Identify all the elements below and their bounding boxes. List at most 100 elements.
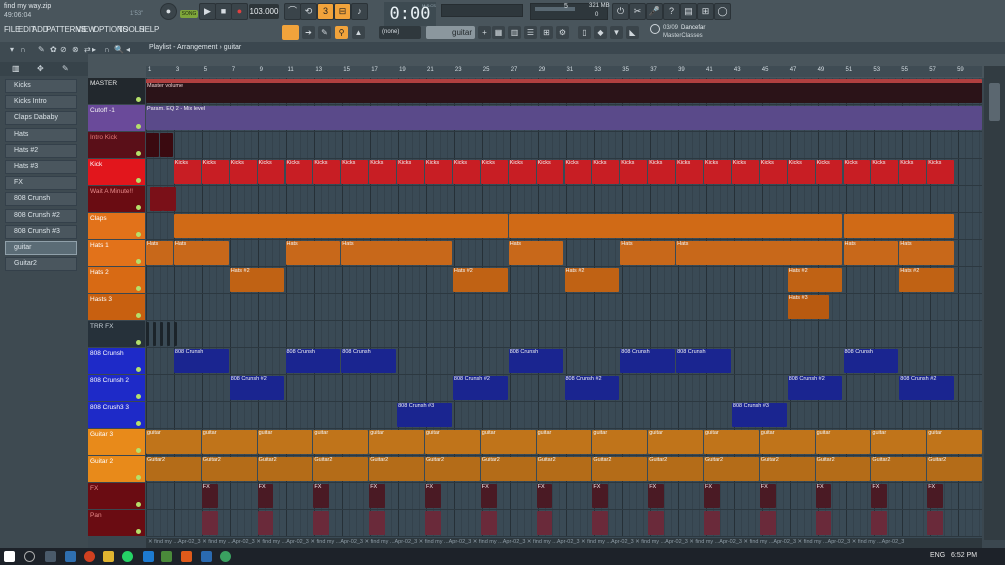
kick-clip[interactable]: Kicks <box>815 160 843 184</box>
kick-clip[interactable]: Kicks <box>676 160 703 184</box>
kick-clip[interactable]: Kicks <box>564 160 592 184</box>
track-mute-led[interactable] <box>136 313 141 318</box>
pan-clip[interactable] <box>592 511 609 535</box>
pan-clip[interactable] <box>815 511 832 535</box>
playlist-menu-icon[interactable]: ▸ <box>92 45 96 54</box>
plugins-tab-icon[interactable]: ✥ <box>37 64 44 73</box>
guitar-clip[interactable]: guitar <box>704 430 759 454</box>
mixer-icon[interactable]: ⊞ <box>540 26 553 39</box>
fx-sample-clip[interactable]: FX <box>536 484 553 508</box>
chrome-icon[interactable] <box>84 551 95 562</box>
channel-rack-icon[interactable]: ☰ <box>524 26 537 39</box>
stamp-icon[interactable]: ▲ <box>352 26 365 39</box>
browser-item[interactable]: Hats <box>5 127 77 142</box>
kick-clip[interactable]: Kicks <box>759 160 787 184</box>
browser-item[interactable]: Hats #3 <box>5 160 77 174</box>
track-mute-led[interactable] <box>136 340 141 345</box>
track-mute-led[interactable] <box>136 151 141 156</box>
render-icon[interactable]: ◣ <box>626 26 639 39</box>
online-icon[interactable]: ⏻ <box>612 3 629 20</box>
master-pitch-knob-icon[interactable]: ● <box>160 3 177 20</box>
fx-sample-clip[interactable]: FX <box>369 484 385 508</box>
guitar2-clip[interactable]: Guitar2 <box>592 457 648 481</box>
track-mute-led[interactable] <box>136 502 141 507</box>
pan-clip[interactable] <box>201 511 218 535</box>
pan-clip[interactable] <box>369 511 385 535</box>
track-header[interactable]: MASTER <box>88 78 145 104</box>
track-row[interactable] <box>146 132 982 159</box>
hats3-clip[interactable]: Hats #3 <box>787 295 829 319</box>
kick-clip[interactable]: Kicks <box>871 160 899 184</box>
pan-clip[interactable] <box>257 511 274 535</box>
hats2-clip[interactable]: Hats #2 <box>564 268 620 292</box>
kick-clip[interactable]: Kicks <box>899 160 927 184</box>
kick-clip[interactable]: Kicks <box>201 160 229 184</box>
kick-clip[interactable]: Kicks <box>452 160 480 184</box>
kick-clip[interactable]: Kicks <box>620 160 648 184</box>
kick-clip[interactable]: Kicks <box>731 160 759 184</box>
horizontal-scrollbar[interactable]: ✕ find my ...Apr-02_3 ✕ find my ...Apr-0… <box>146 538 982 548</box>
kick-clip[interactable]: Kicks <box>536 160 564 184</box>
stop-button[interactable]: ■ <box>215 3 232 20</box>
fx-clip[interactable] <box>152 322 157 346</box>
guitar2-clip[interactable]: Guitar2 <box>927 457 982 481</box>
hats-clip[interactable]: Hats <box>899 241 955 265</box>
track-mute-led[interactable] <box>136 205 141 210</box>
guitar-clip[interactable]: guitar <box>201 430 257 454</box>
808-clip[interactable]: 808 Crunsh <box>285 349 341 373</box>
pan-clip[interactable] <box>425 511 441 535</box>
guitar-clip[interactable]: guitar <box>313 430 369 454</box>
guitar-clip[interactable]: guitar <box>369 430 424 454</box>
vertical-scrollbar[interactable] <box>984 66 1005 540</box>
language-indicator[interactable]: ENG <box>930 552 945 559</box>
app2-icon[interactable] <box>201 551 212 562</box>
pan-clip[interactable] <box>704 511 720 535</box>
app-icon[interactable] <box>161 551 172 562</box>
808-clip[interactable]: 808 Crunsh <box>173 349 229 373</box>
track-header[interactable]: 808 Crunsh 2 <box>88 375 145 401</box>
fx-sample-clip[interactable]: FX <box>201 484 218 508</box>
track-row[interactable] <box>146 321 982 348</box>
track-mute-led[interactable] <box>136 448 141 453</box>
pan-clip[interactable] <box>313 511 330 535</box>
pan-clip[interactable] <box>648 511 664 535</box>
browser-item[interactable]: Guitar2 <box>5 257 77 272</box>
vertical-scroll-thumb[interactable] <box>989 83 1000 121</box>
hats-clip[interactable]: Hats <box>676 241 843 265</box>
fx-sample-clip[interactable]: FX <box>759 484 776 508</box>
fx-clip[interactable] <box>173 322 178 346</box>
track-header[interactable]: Kick <box>88 159 145 185</box>
hats-clip[interactable]: Hats <box>285 241 341 265</box>
tempo-tapper-icon[interactable]: ▼ <box>610 26 623 39</box>
fx-sample-clip[interactable]: FX <box>704 484 720 508</box>
808b-clip[interactable]: 808 Crunsh #2 <box>452 376 508 400</box>
magnet-icon[interactable]: ∩ <box>20 45 26 54</box>
fl-studio-icon[interactable] <box>181 551 192 562</box>
track-header[interactable]: Hats 2 <box>88 267 145 293</box>
guitar-clip[interactable]: guitar <box>592 430 648 454</box>
browser-icon[interactable]: ⚙ <box>556 26 569 39</box>
tempo-display[interactable]: 103.000 <box>249 4 279 19</box>
track-mute-led[interactable] <box>136 97 141 102</box>
track-row[interactable] <box>146 294 982 321</box>
pan-clip[interactable] <box>927 511 943 535</box>
track-header[interactable]: Cutoff -1 <box>88 105 145 131</box>
fx-clip[interactable] <box>159 322 164 346</box>
track-header[interactable]: Hats 1 <box>88 240 145 266</box>
hats2-clip[interactable]: Hats #2 <box>787 268 843 292</box>
pan-clip[interactable] <box>871 511 888 535</box>
fx-sample-clip[interactable]: FX <box>927 484 943 508</box>
guitar-clip[interactable]: guitar <box>536 430 592 454</box>
hats2-clip[interactable]: Hats #2 <box>229 268 285 292</box>
guitar2-clip[interactable]: Guitar2 <box>536 457 592 481</box>
news-title[interactable]: Dancefar <box>681 25 705 31</box>
track-header[interactable]: 808 Crush3 3 <box>88 402 145 428</box>
pencil-tab-icon[interactable]: ✎ <box>62 64 69 73</box>
guitar-clip[interactable]: guitar <box>871 430 927 454</box>
browser-item[interactable]: Hats #2 <box>5 143 77 158</box>
808b-clip[interactable]: 808 Crunsh #2 <box>229 376 285 400</box>
kick-clip[interactable]: Kicks <box>425 160 452 184</box>
kick-clip[interactable]: Kicks <box>704 160 731 184</box>
hats-clip[interactable]: Hats <box>341 241 452 265</box>
app3-icon[interactable] <box>220 551 231 562</box>
